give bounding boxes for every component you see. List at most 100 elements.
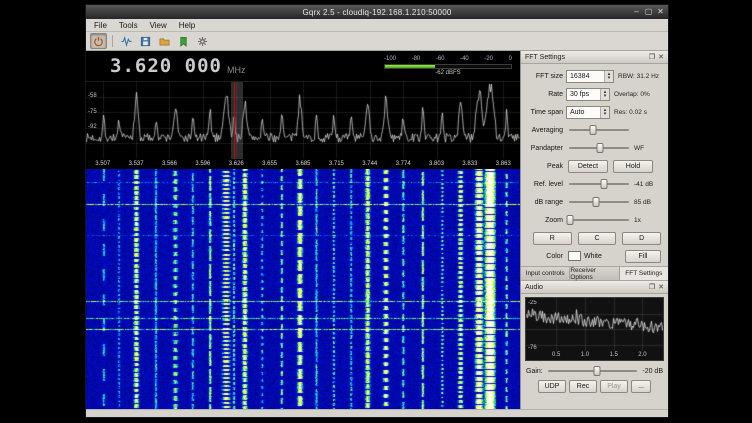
slider-handle[interactable] [600, 179, 607, 189]
tab-input-controls[interactable]: Input controls [521, 267, 570, 280]
menu-file[interactable]: File [88, 21, 113, 30]
bookmarks-button[interactable] [175, 33, 192, 49]
spin-down-icon[interactable]: ▾ [604, 94, 607, 98]
menubar: File Tools View Help [86, 19, 668, 32]
audio-gain-slider[interactable] [547, 365, 639, 377]
dock-float-icon[interactable]: ❐ [649, 283, 655, 292]
tab-fft-settings[interactable]: FFT Settings [620, 267, 668, 280]
spin-down-icon[interactable]: ▾ [604, 112, 607, 116]
color-value: White [584, 253, 602, 260]
fft-size-label: FFT size [523, 73, 563, 80]
fft-y-tick: -75 [88, 109, 97, 115]
dock-close-icon[interactable]: ✕ [658, 53, 664, 62]
color-swatch[interactable] [568, 251, 581, 261]
minimize-button[interactable]: – [631, 7, 642, 18]
zoom-center-button[interactable]: C [578, 232, 617, 245]
slider-handle[interactable] [567, 215, 574, 225]
db-range-row: dB range 85 dB [523, 195, 665, 209]
gain-label: Gain: [526, 368, 543, 375]
slider-groove [548, 370, 638, 372]
more-button[interactable]: ... [631, 380, 651, 393]
play-button[interactable]: Play [600, 380, 628, 393]
main-area: 3.620 000 MHz -100 -80 -60 -40 -20 0 [86, 51, 668, 409]
meter-fill [385, 65, 435, 68]
fft-x-tick: 3.715 [329, 161, 344, 168]
spectrum-column: 3.620 000 MHz -100 -80 -60 -40 -20 0 [86, 51, 520, 409]
rate-value: 30 fps [570, 91, 589, 98]
slider-handle[interactable] [594, 366, 601, 376]
fill-button[interactable]: Fill [625, 250, 661, 263]
titlebar[interactable]: Gqrx 2.5 - cloudiq-192.168.1.210:50000 –… [86, 5, 668, 19]
rec-button[interactable]: Rec [569, 380, 597, 393]
save-button[interactable] [137, 33, 154, 49]
spinner-arrows[interactable]: ▴ ▾ [604, 71, 613, 82]
fft-size-value: 16384 [570, 73, 589, 80]
zoom-value: 1x [634, 217, 641, 224]
udp-button[interactable]: UDP [538, 380, 566, 393]
fft-x-tick: 3.626 [229, 161, 244, 168]
time-span-row: Time span Auto ▴ ▾ Res: 0.02 s [523, 105, 665, 119]
slider-handle[interactable] [597, 143, 604, 153]
db-range-value: 85 dB [634, 199, 651, 206]
fft-x-tick: 3.537 [129, 161, 144, 168]
start-dsp-button[interactable] [90, 33, 107, 49]
spin-down-icon[interactable]: ▾ [608, 76, 611, 80]
fft-size-select[interactable]: 16384 ▴ ▾ [566, 70, 614, 83]
meter-tick: 0 [509, 56, 512, 63]
rbw-label: RBW: 31.2 Hz [618, 73, 659, 80]
zoom-label: Zoom [523, 217, 563, 224]
peak-row: Peak Detect Hold [523, 159, 665, 173]
fft-x-tick: 3.566 [162, 161, 177, 168]
fft-x-tick: 3.863 [496, 161, 511, 168]
menu-tools[interactable]: Tools [113, 21, 144, 30]
waterfall[interactable] [86, 169, 520, 409]
meter-tick: -60 [436, 56, 445, 63]
peak-detect-button[interactable]: Detect [568, 160, 608, 173]
waterfall-area [86, 169, 520, 409]
fft-x-tick: 3.596 [195, 161, 210, 168]
frequency-display-area: 3.620 000 MHz -100 -80 -60 -40 -20 0 [86, 51, 520, 81]
audio-x-tick: 0.5 [552, 352, 560, 359]
time-span-label: Time span [523, 109, 563, 116]
fft-canvas[interactable] [86, 82, 520, 169]
meter-tick: -40 [460, 56, 469, 63]
db-range-slider[interactable] [568, 196, 630, 208]
menu-help[interactable]: Help [173, 21, 201, 30]
frequency-display[interactable]: 3.620 000 [110, 55, 222, 77]
meter-bar [384, 64, 512, 69]
dock-close-icon[interactable]: ✕ [658, 283, 664, 292]
fft-settings-header[interactable]: FFT Settings ❐ ✕ [521, 51, 668, 64]
slider-groove [569, 219, 629, 221]
settings-button[interactable] [194, 33, 211, 49]
close-button[interactable]: ✕ [655, 7, 666, 18]
audio-fft-canvas [526, 298, 663, 360]
audio-header[interactable]: Audio ❐ ✕ [521, 281, 668, 294]
slider-handle[interactable] [589, 125, 596, 135]
spinner-arrows[interactable]: ▴ ▾ [600, 89, 609, 100]
averaging-slider[interactable] [568, 124, 630, 136]
maximize-button[interactable]: ▢ [643, 7, 654, 18]
pandapter-wf-split-slider[interactable] [568, 142, 630, 154]
open-button[interactable] [156, 33, 173, 49]
dock-float-icon[interactable]: ❐ [649, 53, 655, 62]
audio-x-tick: 1.0 [581, 352, 589, 359]
time-span-select[interactable]: Auto ▴ ▾ [566, 106, 610, 119]
slider-handle[interactable] [592, 197, 599, 207]
zoom-slider[interactable] [568, 214, 630, 226]
dock-panel: FFT Settings ❐ ✕ FFT size 16384 ▴ ▾ [520, 51, 668, 409]
rate-select[interactable]: 30 fps ▴ ▾ [566, 88, 610, 101]
spinner-arrows[interactable]: ▴ ▾ [600, 107, 609, 118]
fft-x-tick: 3.685 [295, 161, 310, 168]
iq-tools-button[interactable] [118, 33, 135, 49]
zoom-demod-button[interactable]: D [622, 232, 661, 245]
ref-level-slider[interactable] [568, 178, 630, 190]
fft-x-tick: 3.803 [429, 161, 444, 168]
peak-hold-button[interactable]: Hold [613, 160, 653, 173]
zoom-reset-button[interactable]: R [533, 232, 572, 245]
tune-line[interactable] [234, 82, 235, 159]
peak-label: Peak [523, 163, 563, 170]
audio-buttons: UDP Rec Play ... [521, 377, 668, 393]
tab-receiver-options[interactable]: Receiver Options [570, 267, 619, 280]
statusbar [86, 409, 668, 417]
menu-view[interactable]: View [144, 21, 173, 30]
